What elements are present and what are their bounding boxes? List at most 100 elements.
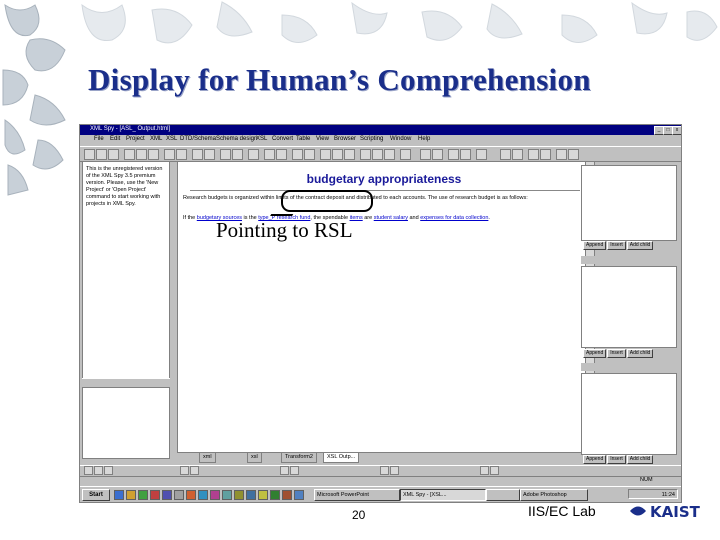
bottom-tool-2-icon[interactable] — [94, 466, 103, 475]
quicklaunch-app-icon[interactable] — [198, 490, 208, 500]
append-button[interactable]: Append — [583, 349, 607, 358]
schema-icon[interactable] — [320, 149, 331, 160]
menu-view[interactable]: View — [316, 136, 329, 142]
add-child-button[interactable]: Add child — [626, 455, 654, 464]
add-child-button[interactable]: Add child — [626, 241, 654, 250]
tab-xsl-output[interactable]: XSL Outp... — [323, 452, 360, 463]
stop-icon[interactable] — [360, 149, 371, 160]
tab-transform[interactable]: Transform2 — [281, 452, 317, 463]
xsl-transform-icon[interactable] — [248, 149, 259, 160]
tool-icon-4[interactable] — [540, 149, 551, 160]
quicklaunch-app-icon[interactable] — [150, 490, 160, 500]
replace-icon[interactable] — [204, 149, 215, 160]
cascade-icon[interactable] — [432, 149, 443, 160]
tool-icon-6[interactable] — [568, 149, 579, 160]
quicklaunch-ie-icon[interactable] — [114, 490, 124, 500]
browser-icon[interactable] — [292, 149, 303, 160]
para2-text-5: and — [407, 215, 421, 221]
menu-file[interactable]: File — [94, 136, 104, 142]
menu-window[interactable]: Window — [390, 136, 411, 142]
quicklaunch-app-icon[interactable] — [162, 490, 172, 500]
quicklaunch-folder-icon[interactable] — [126, 490, 136, 500]
cut-icon[interactable] — [124, 149, 135, 160]
quicklaunch-app-icon[interactable] — [294, 490, 304, 500]
bottom-tool-1-icon[interactable] — [84, 466, 93, 475]
save-icon[interactable] — [108, 149, 119, 160]
entry-icon[interactable] — [448, 149, 459, 160]
forward-icon[interactable] — [344, 149, 355, 160]
home-icon[interactable] — [384, 149, 395, 160]
open-icon[interactable] — [96, 149, 107, 160]
bottom-tool-6-icon[interactable] — [280, 466, 289, 475]
task-xml-spy[interactable]: XML Spy - [XSL... — [400, 489, 486, 501]
tool-icon-5[interactable] — [556, 149, 567, 160]
task-photoshop[interactable]: Adobe Photoshop — [520, 489, 588, 501]
append-button[interactable]: Append — [583, 455, 607, 464]
quicklaunch-app-icon[interactable] — [186, 490, 196, 500]
tool-icon-1[interactable] — [500, 149, 511, 160]
validate-icon[interactable] — [220, 149, 231, 160]
bottom-tool-5-icon[interactable] — [190, 466, 199, 475]
table-icon[interactable] — [264, 149, 275, 160]
menu-table[interactable]: Table — [296, 136, 310, 142]
close-button[interactable]: x — [672, 126, 681, 135]
bottom-tool-10-icon[interactable] — [480, 466, 489, 475]
refresh-icon[interactable] — [372, 149, 383, 160]
menu-schema-design[interactable]: Schema design — [216, 136, 257, 142]
copy-icon[interactable] — [136, 149, 147, 160]
menu-xsl[interactable]: XSL — [166, 136, 177, 142]
text-view-icon[interactable] — [304, 149, 315, 160]
tool-icon-3[interactable] — [528, 149, 539, 160]
bottom-tool-11-icon[interactable] — [490, 466, 499, 475]
quicklaunch-app-icon[interactable] — [282, 490, 292, 500]
menu-browser[interactable]: Browser — [334, 136, 356, 142]
new-icon[interactable] — [84, 149, 95, 160]
redo-icon[interactable] — [176, 149, 187, 160]
task-powerpoint[interactable]: Microsoft PowerPoint — [314, 489, 400, 501]
menu-edit[interactable]: Edit — [110, 136, 120, 142]
link-expenses-data-collection[interactable]: expenses for data collection — [420, 215, 488, 221]
zoom-icon[interactable] — [476, 149, 487, 160]
quicklaunch-app-icon[interactable] — [234, 490, 244, 500]
menu-help[interactable]: Help — [418, 136, 430, 142]
back-icon[interactable] — [332, 149, 343, 160]
tile-icon[interactable] — [420, 149, 431, 160]
bottom-tool-7-icon[interactable] — [290, 466, 299, 475]
link-student-salary[interactable]: student salary — [374, 215, 408, 221]
window-icon[interactable] — [400, 149, 411, 160]
menu-xml[interactable]: XML — [150, 136, 162, 142]
quicklaunch-app-icon[interactable] — [138, 490, 148, 500]
tab-xsl[interactable]: xsl — [247, 452, 262, 463]
undo-icon[interactable] — [164, 149, 175, 160]
quicklaunch-app-icon[interactable] — [210, 490, 220, 500]
menu-project[interactable]: Project — [126, 136, 145, 142]
task-window[interactable] — [486, 489, 520, 501]
grid-icon[interactable] — [276, 149, 287, 160]
find-icon[interactable] — [192, 149, 203, 160]
insert-button[interactable]: Insert — [607, 241, 626, 250]
para2-text-1: If the — [183, 215, 197, 221]
insert-button[interactable]: Insert — [607, 349, 626, 358]
menu-scripting[interactable]: Scripting — [360, 136, 383, 142]
quicklaunch-app-icon[interactable] — [258, 490, 268, 500]
quicklaunch-app-icon[interactable] — [174, 490, 184, 500]
quicklaunch-app-icon[interactable] — [270, 490, 280, 500]
bottom-tool-3-icon[interactable] — [104, 466, 113, 475]
quicklaunch-app-icon[interactable] — [246, 490, 256, 500]
append-button[interactable]: Append — [583, 241, 607, 250]
paste-icon[interactable] — [148, 149, 159, 160]
add-child-button[interactable]: Add child — [626, 349, 654, 358]
menu-dtd-schema[interactable]: DTD/Schema — [180, 136, 216, 142]
tool-icon-2[interactable] — [512, 149, 523, 160]
menu-xsl-2[interactable]: XSL — [256, 136, 267, 142]
bottom-tool-8-icon[interactable] — [380, 466, 389, 475]
tab-xml[interactable]: xml — [199, 452, 216, 463]
list-icon[interactable] — [460, 149, 471, 160]
menu-convert[interactable]: Convert — [272, 136, 293, 142]
bottom-tool-9-icon[interactable] — [390, 466, 399, 475]
bottom-tool-4-icon[interactable] — [180, 466, 189, 475]
insert-button[interactable]: Insert — [607, 455, 626, 464]
quicklaunch-app-icon[interactable] — [222, 490, 232, 500]
check-icon[interactable] — [232, 149, 243, 160]
start-button[interactable]: Start — [82, 489, 110, 501]
